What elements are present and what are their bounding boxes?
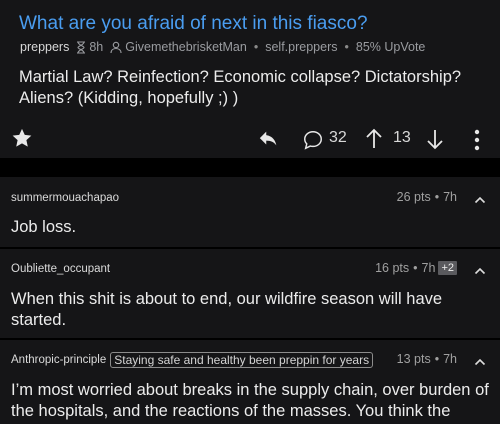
comment-body: Job loss. xyxy=(11,218,77,236)
post-domain[interactable]: self.preppers xyxy=(265,40,337,54)
more-vertical-icon[interactable] xyxy=(470,128,484,157)
meta-separator: • xyxy=(434,352,440,366)
comment-age: 7h xyxy=(443,190,457,204)
comment-author[interactable]: summermouachapao xyxy=(11,192,119,204)
post-card: What are you afraid of next in this fias… xyxy=(0,0,500,158)
comment-icon[interactable] xyxy=(302,129,324,156)
downvote-arrow-icon[interactable] xyxy=(425,128,445,155)
comment-body: I’m most worried about breaks in the sup… xyxy=(11,381,489,420)
comment-author[interactable]: Anthropic-principle xyxy=(11,354,106,366)
comment-meta: 26 pts • 7h xyxy=(397,190,457,204)
edit-count-badge: +2 xyxy=(438,261,457,275)
meta-separator: • xyxy=(413,261,418,275)
comment-item[interactable]: Oubliette_occupant 16 pts • 7h +2 When t… xyxy=(0,249,500,338)
star-icon[interactable] xyxy=(11,127,33,154)
post-meta: preppers 8h GivemethebrisketMan • self.p… xyxy=(20,40,425,54)
post-body: Martial Law? Reinfection? Economic colla… xyxy=(19,68,462,107)
comment-count[interactable]: 32 xyxy=(329,129,347,147)
chevron-up-icon[interactable] xyxy=(474,354,486,372)
post-age: 8h xyxy=(89,40,104,54)
comment-age: 7h xyxy=(443,352,457,366)
comment-meta: 13 pts • 7h xyxy=(397,352,457,366)
comment-points: 13 pts xyxy=(396,352,431,366)
comment-body: When this shit is about to end, our wild… xyxy=(11,290,443,329)
meta-separator: • xyxy=(253,40,259,54)
upvote-arrow-icon[interactable] xyxy=(364,128,384,155)
user-flair: Staying safe and healthy been preppin fo… xyxy=(110,352,374,368)
chevron-up-icon[interactable] xyxy=(474,263,486,281)
comment-item[interactable]: summermouachapao 26 pts • 7h Job loss. xyxy=(0,177,500,247)
post-action-bar: 32 13 xyxy=(0,120,500,158)
post-author[interactable]: GivemethebrisketMan xyxy=(125,40,247,54)
reply-icon[interactable] xyxy=(258,129,280,154)
comment-points: 26 pts xyxy=(396,190,431,204)
hourglass-icon xyxy=(76,40,86,54)
comment-meta: 16 pts • 7h +2 xyxy=(375,261,457,275)
post-score: 13 xyxy=(393,129,411,146)
comment-author[interactable]: Oubliette_occupant xyxy=(11,263,110,275)
chevron-up-icon[interactable] xyxy=(474,192,486,210)
post-title[interactable]: What are you afraid of next in this fias… xyxy=(19,13,368,35)
user-icon xyxy=(110,41,122,53)
comment-age: 7h xyxy=(421,261,436,275)
upvote-ratio: 85% UpVote xyxy=(355,40,426,54)
meta-separator: • xyxy=(434,190,440,204)
comment-author-row: Anthropic-principle Staying safe and hea… xyxy=(11,352,374,368)
subreddit-link[interactable]: preppers xyxy=(20,40,69,54)
meta-separator: • xyxy=(344,40,349,54)
comment-item[interactable]: Anthropic-principle Staying safe and hea… xyxy=(0,340,500,424)
comment-points: 16 pts xyxy=(375,261,410,275)
